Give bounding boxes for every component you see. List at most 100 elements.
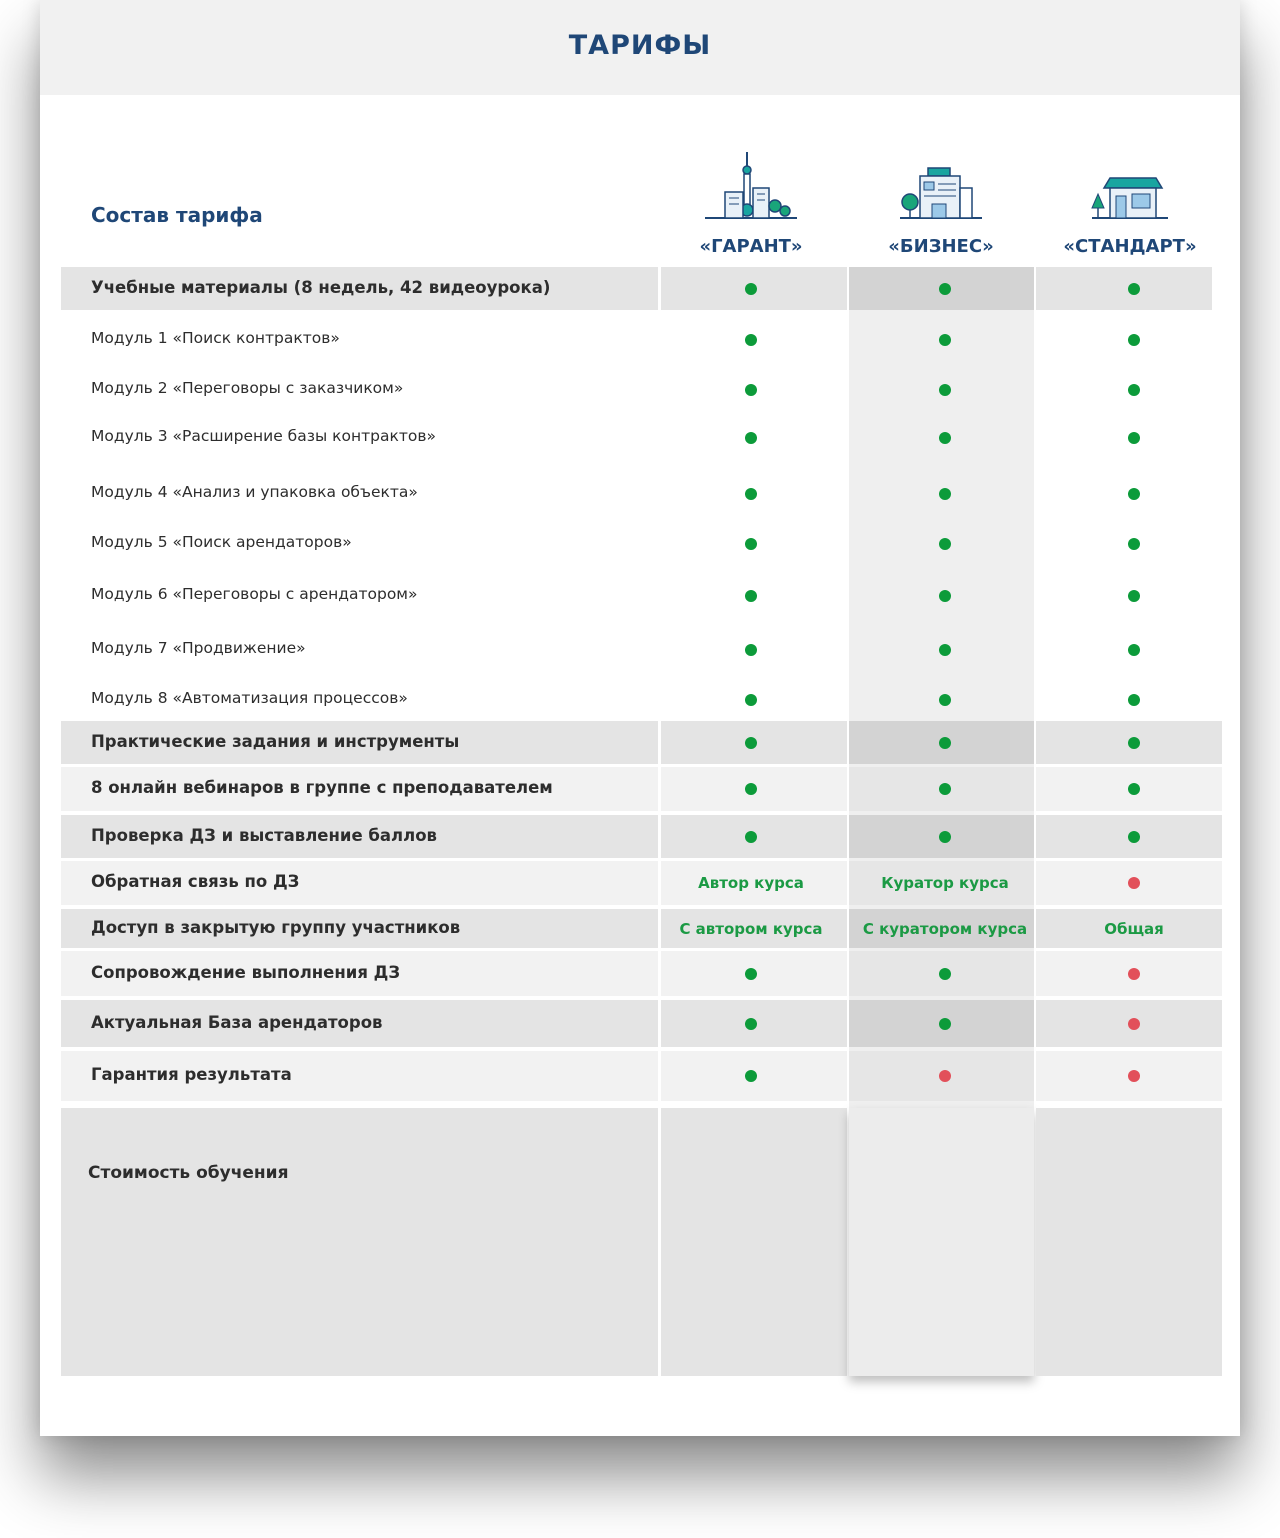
price-label: Стоимость обучения: [88, 1163, 289, 1183]
included-dot-standart: [1128, 488, 1140, 500]
included-dot-garant: [745, 783, 757, 795]
plan-header-garant: «ГАРАНТ»: [656, 140, 846, 257]
table-row: Модуль 6 «Переговоры с арендатором»: [40, 574, 1240, 618]
row-label: Модуль 7 «Продвижение»: [91, 639, 306, 657]
plan-header-standart: «СТАНДАРТ»: [1035, 140, 1225, 257]
table-subtitle: Состав тарифа: [91, 203, 263, 227]
excluded-dot-standart: [1128, 1018, 1140, 1030]
included-dot-garant: [745, 488, 757, 500]
row-label: Практические задания и инструменты: [91, 732, 460, 751]
table-row: Модуль 8 «Автоматизация процессов»: [40, 680, 1240, 720]
row-label: Обратная связь по ДЗ: [91, 872, 300, 891]
row-cell-background: [1036, 267, 1212, 310]
table-row: Гарантия результата: [40, 1051, 1240, 1101]
included-dot-biznes: [939, 283, 951, 295]
included-dot-standart: [1128, 737, 1140, 749]
included-dot-garant: [745, 283, 757, 295]
included-dot-garant: [745, 968, 757, 980]
included-dot-garant: [745, 432, 757, 444]
included-dot-biznes: [939, 831, 951, 843]
row-label: Доступ в закрытую группу участников: [91, 918, 461, 937]
table-row: Практические задания и инструменты: [40, 721, 1240, 764]
included-dot-garant: [745, 1070, 757, 1082]
included-dot-biznes: [939, 432, 951, 444]
table-row: Проверка ДЗ и выставление баллов: [40, 815, 1240, 858]
included-dot-standart: [1128, 590, 1140, 602]
value-text-garant: С автором курса: [679, 920, 823, 938]
included-dot-biznes: [939, 968, 951, 980]
plan-name-garant: «ГАРАНТ»: [699, 236, 803, 257]
row-label: Модуль 2 «Переговоры с заказчиком»: [91, 379, 404, 397]
included-dot-standart: [1128, 831, 1140, 843]
table-row: Модуль 5 «Поиск арендаторов»: [40, 522, 1240, 566]
table-row: Актуальная База арендаторов: [40, 1000, 1240, 1047]
included-dot-biznes: [939, 384, 951, 396]
included-dot-biznes: [939, 590, 951, 602]
included-dot-garant: [745, 1018, 757, 1030]
value-text-biznes: С куратором курса: [862, 920, 1028, 938]
included-dot-garant: [745, 831, 757, 843]
row-label: Модуль 4 «Анализ и упаковка объекта»: [91, 483, 418, 501]
included-dot-standart: [1128, 283, 1140, 295]
shop-house-icon: [1035, 140, 1225, 220]
included-dot-biznes: [939, 783, 951, 795]
included-dot-biznes: [939, 1018, 951, 1030]
table-row: Модуль 2 «Переговоры с заказчиком»: [40, 368, 1240, 412]
value-text-garant: Автор курса: [698, 874, 804, 892]
row-label: Модуль 5 «Поиск арендаторов»: [91, 533, 352, 551]
excluded-dot-standart: [1128, 877, 1140, 889]
table-row: Модуль 4 «Анализ и упаковка объекта»: [40, 472, 1240, 516]
included-dot-standart: [1128, 644, 1140, 656]
header-bar: ТАРИФЫ: [40, 0, 1240, 95]
plan-header-biznes: «БИЗНЕС»: [846, 140, 1036, 257]
excluded-dot-standart: [1128, 1070, 1140, 1082]
included-dot-garant: [745, 644, 757, 656]
tariffs-card: ТАРИФЫ Состав тарифа «ГАРАНТ» «БИЗНЕС» «…: [40, 0, 1240, 1436]
table-row: Модуль 7 «Продвижение»: [40, 628, 1240, 672]
included-dot-garant: [745, 538, 757, 550]
value-text-standart: Общая: [1104, 920, 1164, 938]
table-row: Сопровождение выполнения ДЗ: [40, 951, 1240, 996]
plan-name-biznes: «БИЗНЕС»: [888, 236, 994, 257]
included-dot-biznes: [939, 538, 951, 550]
price-cell-biznes: [849, 1108, 1034, 1376]
value-text-biznes: Куратор курса: [881, 874, 1009, 892]
table-row: Учебные материалы (8 недель, 42 видеоуро…: [40, 267, 1240, 310]
row-label: Модуль 8 «Автоматизация процессов»: [91, 689, 408, 707]
excluded-dot-biznes: [939, 1070, 951, 1082]
included-dot-biznes: [939, 737, 951, 749]
included-dot-biznes: [939, 694, 951, 706]
table-row: Модуль 3 «Расширение базы контрактов»: [40, 416, 1240, 460]
included-dot-garant: [745, 334, 757, 346]
plan-name-standart: «СТАНДАРТ»: [1063, 236, 1197, 257]
included-dot-standart: [1128, 538, 1140, 550]
table-row: Обратная связь по ДЗ Автор курса Куратор к…: [40, 861, 1240, 905]
included-dot-biznes: [939, 488, 951, 500]
included-dot-biznes: [939, 644, 951, 656]
city-tower-icon: [656, 140, 846, 220]
included-dot-garant: [745, 737, 757, 749]
row-label: Модуль 3 «Расширение базы контрактов»: [91, 427, 436, 445]
included-dot-standart: [1128, 334, 1140, 346]
included-dot-standart: [1128, 432, 1140, 444]
price-cell-garant: [661, 1108, 847, 1376]
row-label: 8 онлайн вебинаров в группе с преподават…: [91, 778, 553, 797]
included-dot-biznes: [939, 334, 951, 346]
included-dot-standart: [1128, 783, 1140, 795]
row-label: Гарантия результата: [91, 1065, 292, 1084]
office-building-icon: [846, 140, 1036, 220]
table-row: Доступ в закрытую группу участников С авт…: [40, 909, 1240, 948]
included-dot-garant: [745, 590, 757, 602]
row-label: Модуль 1 «Поиск контрактов»: [91, 329, 340, 347]
row-label: Сопровождение выполнения ДЗ: [91, 963, 401, 982]
included-dot-standart: [1128, 384, 1140, 396]
price-label-cell: [61, 1108, 658, 1376]
included-dot-garant: [745, 694, 757, 706]
excluded-dot-standart: [1128, 968, 1140, 980]
included-dot-standart: [1128, 694, 1140, 706]
row-label: Учебные материалы (8 недель, 42 видеоуро…: [91, 278, 551, 297]
row-label: Модуль 6 «Переговоры с арендатором»: [91, 585, 418, 603]
page-title: ТАРИФЫ: [568, 30, 712, 61]
table-row: 8 онлайн вебинаров в группе с преподават…: [40, 767, 1240, 811]
price-cell-standart: [1036, 1108, 1222, 1376]
